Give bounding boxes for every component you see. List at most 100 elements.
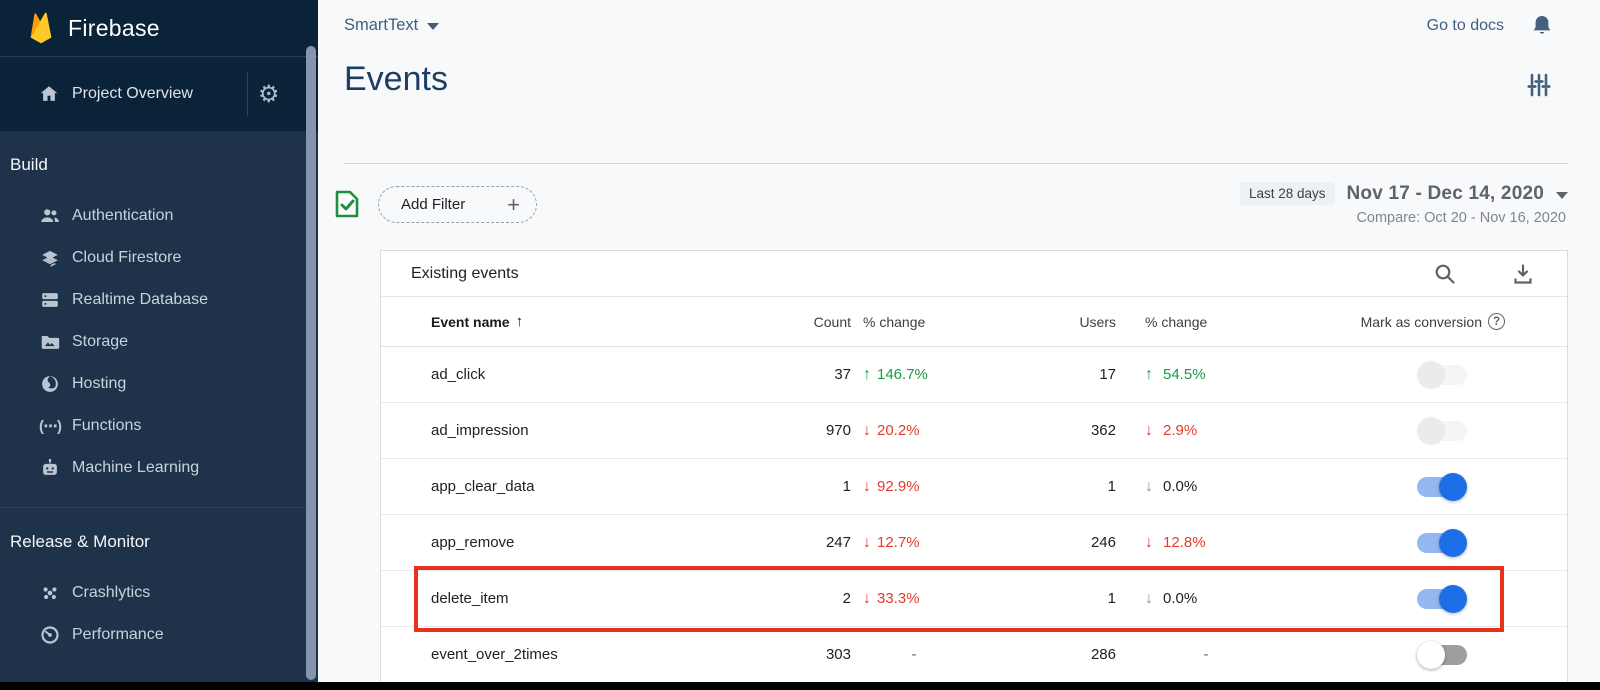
trend-arrow-icon: ↓ <box>1145 478 1153 496</box>
sidebar-item-label: Hosting <box>72 375 126 393</box>
column-header-pct-change: % change <box>851 314 1001 330</box>
conversion-toggle[interactable] <box>1417 585 1467 613</box>
date-preset-badge: Last 28 days <box>1240 182 1335 205</box>
card-header: Existing events <box>381 251 1567 297</box>
users-change: ↑54.5% <box>1141 366 1291 384</box>
sidebar-item-hosting[interactable]: Hosting <box>0 363 318 405</box>
trend-arrow-icon: ↓ <box>1145 590 1153 608</box>
add-filter-label: Add Filter <box>401 196 507 213</box>
users-change: ↓0.0% <box>1141 590 1291 608</box>
date-range-block: Last 28 days Nov 17 - Dec 14, 2020 Compa… <box>1240 182 1568 226</box>
conversion-toggle[interactable] <box>1417 529 1467 557</box>
count-change: ↓33.3% <box>851 590 1001 608</box>
sidebar-scrollbar[interactable] <box>306 46 316 680</box>
download-icon[interactable] <box>1511 262 1535 286</box>
firebase-flame-icon <box>28 11 54 45</box>
hosting-icon <box>38 372 62 396</box>
trend-arrow-icon: ↓ <box>863 590 871 608</box>
sidebar-item-label: Authentication <box>72 207 173 225</box>
event-users: 17 <box>1001 366 1141 383</box>
count-change: ↓92.9% <box>851 478 1001 496</box>
sidebar-item-crashlytics[interactable]: Crashlytics <box>0 572 318 614</box>
trend-arrow-icon: ↓ <box>863 534 871 552</box>
trend-arrow-icon: ↑ <box>863 366 871 384</box>
sidebar-item-storage[interactable]: Storage <box>0 321 318 363</box>
event-count: 37 <box>781 366 851 383</box>
project-selector[interactable]: SmartText <box>344 16 439 35</box>
project-settings-gear-icon[interactable]: ⚙ <box>258 82 280 106</box>
performance-icon <box>38 623 62 647</box>
sidebar-item-performance[interactable]: Performance <box>0 614 318 656</box>
column-header-event-name[interactable]: Event name <box>431 313 781 330</box>
header-divider <box>344 163 1568 164</box>
conversion-toggle[interactable] <box>1417 361 1467 389</box>
event-name: event_over_2times <box>431 646 781 663</box>
data-freshness-icon[interactable] <box>333 188 361 220</box>
event-users: 1 <box>1001 590 1141 607</box>
count-change: ↓12.7% <box>851 534 1001 552</box>
column-header-users: Users <box>1001 314 1141 330</box>
machine-learning-icon <box>38 456 62 480</box>
event-count: 970 <box>781 422 851 439</box>
add-filter-button[interactable]: Add Filter + <box>378 186 537 223</box>
sidebar-header: Firebase <box>0 0 318 57</box>
compare-range-label: Compare: Oct 20 - Nov 16, 2020 <box>1240 210 1568 226</box>
notifications-bell-icon[interactable] <box>1530 13 1554 39</box>
sidebar-item-functions[interactable]: (⋅⋅⋅) Functions <box>0 405 318 447</box>
screenshot-bottom-edge <box>0 682 1600 690</box>
column-header-mark-conversion: Mark as conversion ? <box>1291 313 1567 330</box>
users-change: ↓0.0% <box>1141 478 1291 496</box>
table-row: ad_impression 970 ↓20.2% 362 ↓2.9% <box>381 403 1567 459</box>
project-overview-label: Project Overview <box>72 85 193 103</box>
home-icon <box>38 83 60 105</box>
authentication-icon <box>38 204 62 228</box>
date-range-value: Nov 17 - Dec 14, 2020 <box>1347 183 1544 205</box>
topbar: SmartText Go to docs <box>318 0 1600 52</box>
project-name: SmartText <box>344 16 418 35</box>
sidebar-item-label: Performance <box>72 626 164 644</box>
users-change: ↓2.9% <box>1141 422 1291 440</box>
sidebar-item-authentication[interactable]: Authentication <box>0 195 318 237</box>
table-row: event_over_2times 303 - 286 - <box>381 627 1567 683</box>
users-change: - <box>1141 646 1291 663</box>
realtime-database-icon <box>38 288 62 312</box>
section-heading-release-monitor: Release & Monitor <box>0 508 318 566</box>
conversion-toggle[interactable] <box>1417 641 1467 669</box>
sidebar-item-label: Machine Learning <box>72 459 199 477</box>
event-users: 1 <box>1001 478 1141 495</box>
count-change: - <box>851 646 1001 663</box>
sidebar-vertical-divider <box>247 72 248 116</box>
table-row: app_clear_data 1 ↓92.9% 1 ↓0.0% <box>381 459 1567 515</box>
search-icon[interactable] <box>1433 262 1457 286</box>
event-name: ad_click <box>431 366 781 383</box>
sidebar-section-release-monitor: Release & Monitor Crashlytics <box>0 508 318 656</box>
event-count: 303 <box>781 646 851 663</box>
conversion-toggle[interactable] <box>1417 473 1467 501</box>
table-column-headers: Event name Count % change Users % change… <box>381 297 1567 347</box>
help-icon[interactable]: ? <box>1488 313 1505 330</box>
firebase-logo-text: Firebase <box>68 15 160 42</box>
sidebar-item-label: Cloud Firestore <box>72 249 181 267</box>
sidebar-item-project-overview[interactable]: Project Overview ⚙ <box>0 57 318 131</box>
sort-ascending-icon <box>516 313 524 330</box>
conversion-toggle[interactable] <box>1417 417 1467 445</box>
column-header-pct-change-users: % change <box>1141 314 1291 330</box>
sidebar-item-realtime-database[interactable]: Realtime Database <box>0 279 318 321</box>
event-count: 247 <box>781 534 851 551</box>
table-row-highlighted: delete_item 2 ↓33.3% 1 ↓0.0% <box>381 571 1567 627</box>
sidebar-item-cloud-firestore[interactable]: Cloud Firestore <box>0 237 318 279</box>
count-change: ↓20.2% <box>851 422 1001 440</box>
date-range-selector[interactable]: Last 28 days Nov 17 - Dec 14, 2020 <box>1240 182 1568 205</box>
go-to-docs-link[interactable]: Go to docs <box>1427 17 1504 35</box>
tune-filters-icon[interactable] <box>1526 72 1552 98</box>
storage-icon <box>38 330 62 354</box>
sidebar-item-machine-learning[interactable]: Machine Learning <box>0 447 318 489</box>
event-name: app_remove <box>431 534 781 551</box>
firebase-logo[interactable]: Firebase <box>28 11 160 45</box>
plus-icon: + <box>507 194 520 216</box>
cloud-firestore-icon <box>38 246 62 270</box>
filter-bar: Add Filter + Last 28 days Nov 17 - Dec 1… <box>318 180 1600 230</box>
trend-arrow-icon: ↓ <box>863 422 871 440</box>
trend-arrow-icon: ↓ <box>1145 422 1153 440</box>
sidebar-item-label: Storage <box>72 333 128 351</box>
